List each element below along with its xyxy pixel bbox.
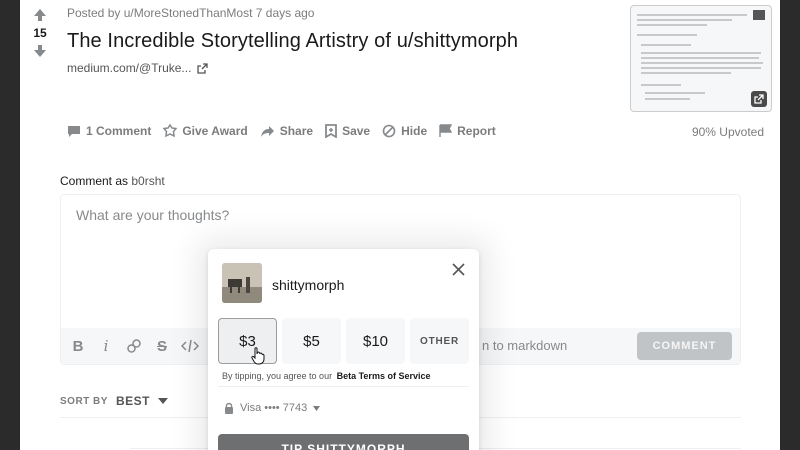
code-icon[interactable]: [181, 337, 199, 355]
upvote-ratio: 90% Upvoted: [691, 125, 764, 139]
tip-amount-label: $5: [303, 332, 320, 350]
comments-button[interactable]: 1 Comment: [67, 124, 151, 138]
vote-column: 15: [28, 8, 52, 58]
save-button[interactable]: Save: [325, 124, 370, 138]
strikethrough-icon[interactable]: S: [153, 337, 171, 355]
share-icon: [260, 125, 274, 137]
post-page: 15 Posted by u/MoreStonedThanMost 7 days…: [20, 0, 780, 450]
share-label: Share: [279, 124, 314, 138]
hide-icon: [382, 124, 396, 138]
post-actions: 1 Comment Give Award Share Save Hide Rep…: [67, 124, 496, 138]
tip-amounts: $3 $5 $10 OTHER: [218, 318, 469, 365]
comment-as-label: Comment as b0rsht: [60, 174, 165, 188]
save-label: Save: [342, 124, 371, 138]
post-domain: medium.com/@Truke...: [67, 61, 192, 75]
save-icon: [325, 124, 337, 138]
comment-placeholder: What are your thoughts?: [76, 207, 230, 223]
bold-icon[interactable]: B: [69, 337, 87, 355]
tip-amount-other[interactable]: OTHER: [410, 318, 469, 364]
give-award-label: Give Award: [182, 124, 248, 138]
post-title[interactable]: The Incredible Storytelling Artistry of …: [67, 30, 518, 53]
post-thumbnail[interactable]: [630, 5, 772, 112]
link-icon[interactable]: [125, 337, 143, 355]
external-link-icon: [197, 62, 209, 74]
tip-amount-option[interactable]: $5: [282, 318, 341, 364]
vote-count: 15: [33, 26, 47, 40]
hide-label: Hide: [401, 124, 428, 138]
report-icon: [439, 124, 453, 137]
terms-link[interactable]: Beta Terms of Service: [337, 371, 431, 381]
comment-as-prefix: Comment as: [60, 174, 129, 188]
close-icon[interactable]: [452, 263, 465, 276]
comment-username[interactable]: b0rsht: [131, 174, 164, 188]
hide-button[interactable]: Hide: [382, 124, 427, 138]
comment-icon: [68, 125, 80, 137]
hand-cursor-icon: [251, 347, 265, 365]
tip-amount-label: OTHER: [420, 335, 459, 347]
comments-label: 1 Comment: [86, 124, 152, 138]
tip-amount-option[interactable]: $10: [346, 318, 405, 364]
report-button[interactable]: Report: [439, 124, 496, 138]
tip-amount-label: $10: [362, 332, 389, 350]
post-domain-link[interactable]: medium.com/@Truke...: [67, 61, 209, 75]
tip-recipient-name: shittymorph: [272, 277, 345, 293]
tip-amount-option[interactable]: $3: [218, 318, 277, 365]
lock-icon: [225, 402, 233, 414]
report-label: Report: [457, 124, 496, 138]
sort-control[interactable]: SORT BY BEST: [60, 394, 168, 408]
chevron-down-icon: [157, 398, 168, 404]
chevron-down-icon: [313, 405, 321, 411]
share-button[interactable]: Share: [260, 124, 313, 138]
downvote-icon[interactable]: [33, 44, 47, 58]
award-icon: [163, 124, 178, 138]
sort-label: SORT BY: [60, 395, 108, 407]
avatar: [222, 263, 262, 303]
thumbnail-external-icon[interactable]: [751, 91, 767, 107]
upvote-icon[interactable]: [33, 8, 47, 22]
tip-popover: shittymorph $3 $5 $10 OTHER By tipping, …: [208, 249, 479, 450]
payment-method-label: Visa •••• 7743: [240, 402, 308, 414]
markdown-mode-link[interactable]: n to markdown: [482, 338, 567, 353]
thumbnail-image: [753, 10, 765, 20]
tip-terms: By tipping, you agree to our Beta Terms …: [222, 371, 430, 381]
comment-submit-button[interactable]: COMMENT: [637, 332, 732, 360]
payment-method-select[interactable]: Visa •••• 7743: [224, 402, 321, 414]
terms-text: By tipping, you agree to our: [222, 371, 333, 381]
sort-value: BEST: [115, 394, 150, 408]
tip-submit-button[interactable]: TIP SHITTYMORPH: [218, 434, 469, 450]
italic-icon[interactable]: i: [97, 337, 115, 355]
post-meta: Posted by u/MoreStonedThanMost 7 days ag…: [67, 6, 315, 20]
give-award-button[interactable]: Give Award: [163, 124, 248, 138]
divider: [218, 386, 469, 387]
